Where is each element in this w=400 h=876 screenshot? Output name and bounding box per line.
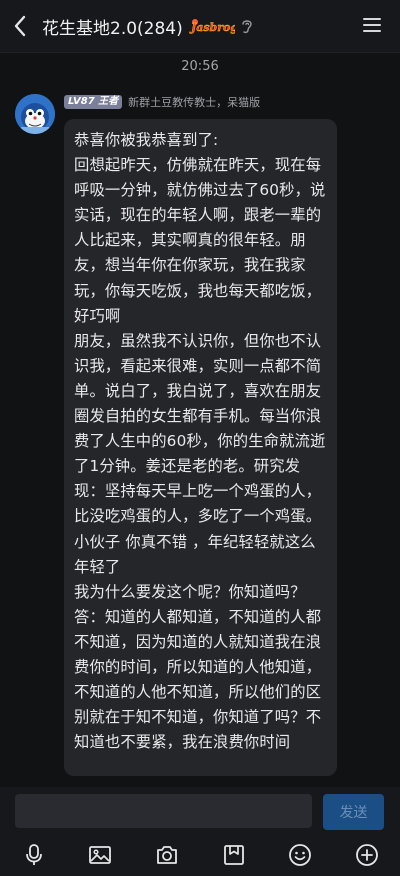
sender-info: LV87 王者 新群土豆教传教士，呆猫版 — [64, 94, 260, 110]
sender-name[interactable]: 新群土豆教传教士，呆猫版 — [128, 94, 260, 110]
emoji-button[interactable] — [288, 843, 312, 867]
message-bubble[interactable]: 恭喜你被我恭喜到了: 回想起昨天，仿佛就在昨天，现在每呼吸一分钟，就仿佛过去了6… — [64, 119, 337, 776]
back-button[interactable] — [0, 0, 40, 52]
chevron-left-icon — [14, 15, 26, 37]
more-button[interactable] — [355, 843, 379, 867]
avatar[interactable] — [15, 94, 55, 134]
group-title[interactable]: 花生基地2.0(284) — [42, 14, 183, 39]
chat-screen: 花生基地2.0(284) Jasbrog 20:56 LV87 王者 新群土豆教… — [0, 0, 400, 876]
emoji-icon — [289, 844, 311, 866]
level-badge: LV87 王者 — [64, 95, 123, 109]
message-timestamp: 20:56 — [181, 59, 219, 74]
menu-button[interactable] — [360, 14, 384, 38]
message-text: 恭喜你被我恭喜到了: 回想起昨天，仿佛就在昨天，现在每呼吸一分钟，就仿佛过去了6… — [74, 131, 326, 752]
top-bar: 花生基地2.0(284) Jasbrog — [0, 0, 400, 53]
hamburger-menu-icon — [363, 18, 381, 20]
bottom-toolbar — [0, 833, 400, 876]
microphone-button[interactable] — [22, 843, 46, 867]
ear-icon — [241, 17, 255, 35]
plus-icon — [356, 844, 378, 866]
bookmark-button[interactable] — [222, 843, 246, 867]
group-level-badge: Jasbrog — [189, 17, 235, 35]
bookmark-icon — [224, 845, 244, 865]
microphone-icon — [26, 844, 42, 865]
image-button[interactable] — [88, 843, 112, 867]
fancy-badge-icon: Jasbrog — [189, 19, 235, 34]
message-input[interactable] — [15, 794, 312, 828]
camera-button[interactable] — [155, 843, 179, 867]
send-button[interactable]: 发送 — [323, 794, 384, 830]
svg-text:Jasbrog: Jasbrog — [189, 21, 235, 34]
camera-icon — [157, 846, 177, 864]
input-bar: 发送 — [0, 787, 400, 833]
image-icon — [89, 846, 111, 864]
avatar-character-icon — [15, 94, 55, 134]
